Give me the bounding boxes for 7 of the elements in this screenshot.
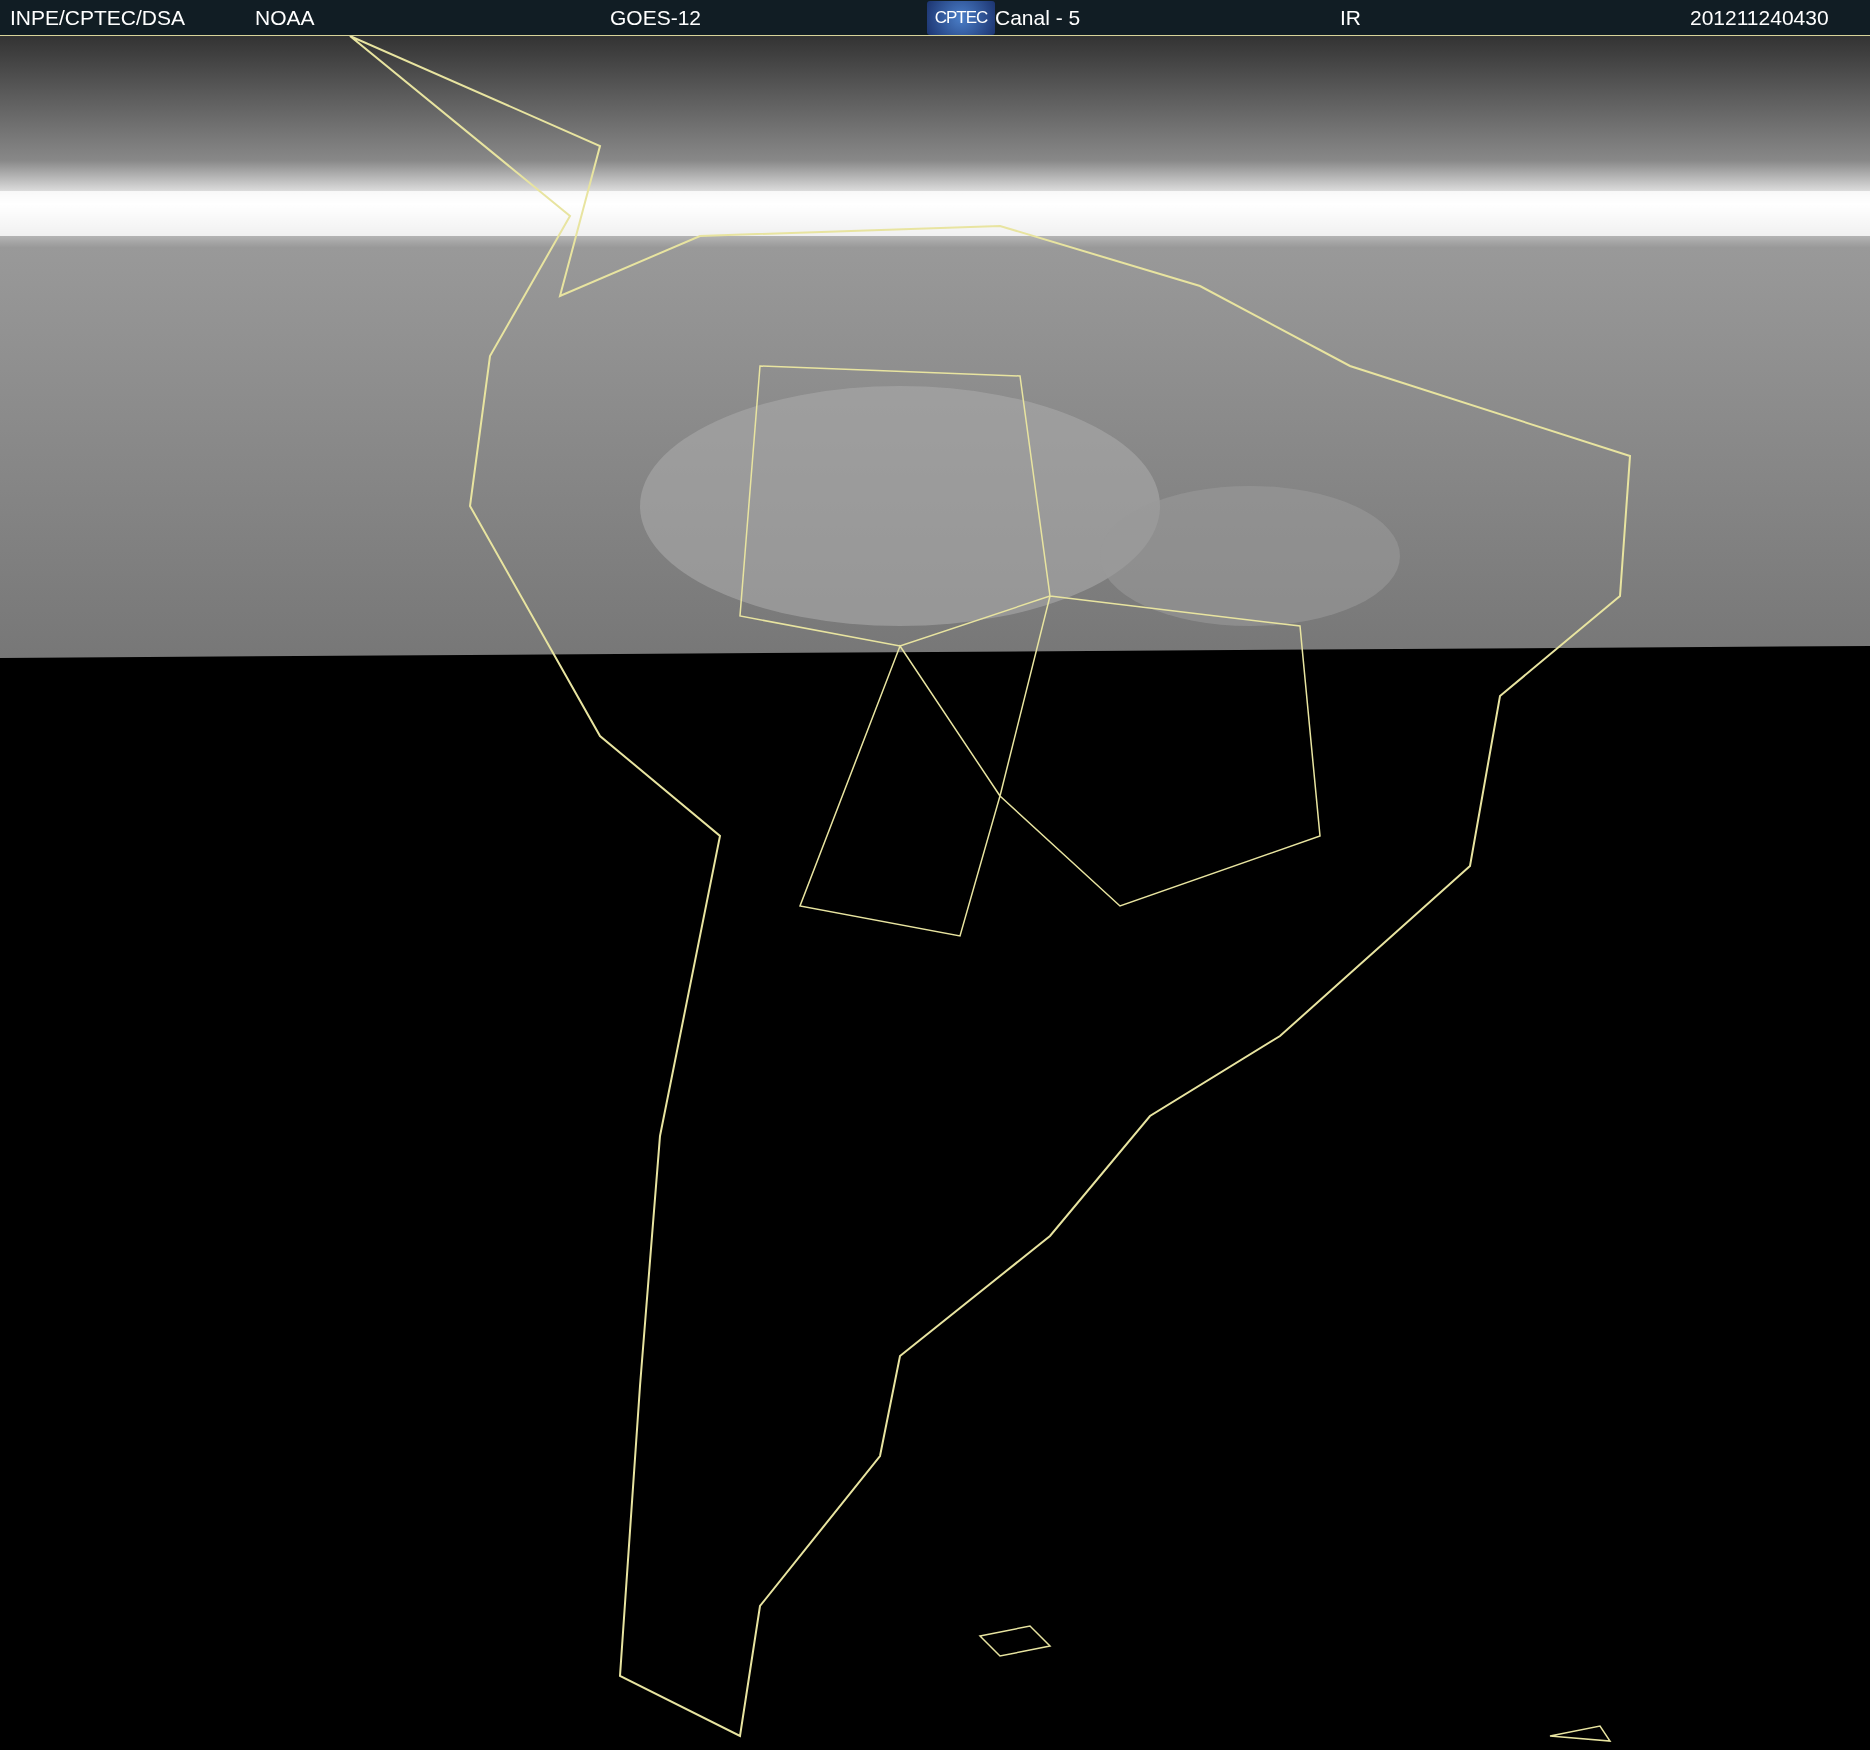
header-label: NOAA xyxy=(255,4,316,31)
header-label: Canal - 5 xyxy=(995,4,1082,31)
logo: CPTEC xyxy=(927,0,995,35)
header-label: 201211240430 xyxy=(1690,4,1830,31)
header-label: GOES-12 xyxy=(610,4,703,31)
header-label: INPE/CPTEC/DSA xyxy=(10,4,187,31)
header-label: IR xyxy=(1340,4,1362,31)
